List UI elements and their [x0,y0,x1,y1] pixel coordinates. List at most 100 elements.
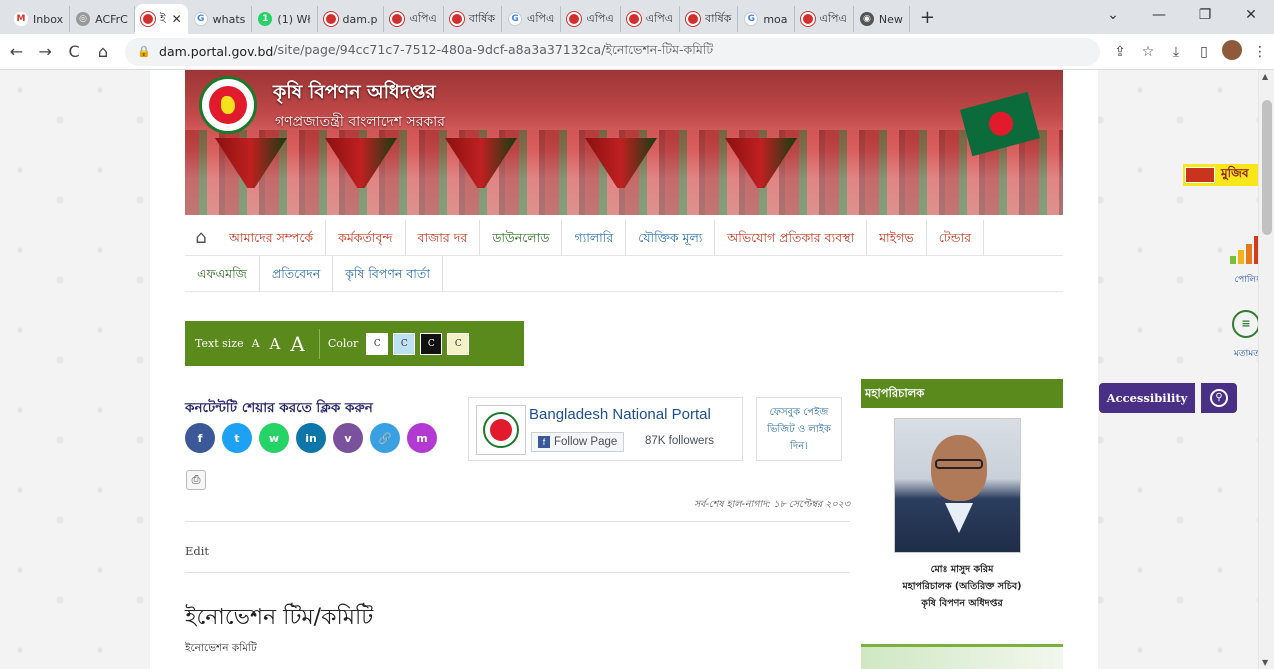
browser-tab[interactable]: ◉ New [854,6,910,32]
browser-tab-label: moa [763,12,788,26]
edit-link[interactable]: Edit [185,544,209,558]
browser-tab[interactable]: এপিএ [621,6,681,32]
menu-item[interactable]: মাইগভ [867,219,927,256]
text-size-medium-button[interactable]: A [270,335,281,353]
page-subtitle: ইনোভেশন কমিটি [185,642,257,654]
color-label: Color [327,337,359,350]
google-icon: G [744,12,759,26]
home-icon[interactable]: ⌂ [185,227,217,248]
browser-tab[interactable]: dam.p [318,6,385,32]
menu-item[interactable]: প্রতিবেদন [260,255,334,292]
polling-widget[interactable]: পোলিং [1200,236,1260,287]
text-size-label: Text size [195,337,244,350]
browser-tab[interactable]: বার্ষিক [680,6,739,32]
page-scrollbar[interactable]: ▲ ▼ [1258,70,1274,669]
browser-tab[interactable]: এপিএ [384,6,444,32]
menu-item[interactable]: আমাদের সম্পর্কে [217,219,327,256]
director-general-office: কৃষি বিপণন অধিদপ্তর [921,598,1003,609]
home-icon[interactable]: ⌂ [90,42,115,61]
restore-icon[interactable]: ❐ [1182,7,1228,23]
follow-page-button[interactable]: f Follow Page [531,432,625,452]
browser-tab[interactable]: 1 (1) Wł [252,6,318,32]
share-page-icon[interactable]: ⇪ [1106,44,1134,60]
browser-tab-label: Inbox [33,12,64,26]
whatsapp-share-icon[interactable]: w [259,423,289,453]
forward-icon[interactable]: → [33,42,58,61]
opinion-widget[interactable]: ≡ মতামত [1200,310,1260,361]
close-tab-icon[interactable]: ✕ [172,12,182,26]
browser-tab[interactable]: ◎ ACFrC [70,6,135,32]
address-bar[interactable]: 🔒 dam.portal.gov.bd /site/page/94cc71c7-… [125,37,1100,66]
minimize-icon[interactable]: — [1136,7,1182,23]
browser-tab-label: New [878,12,903,26]
color-scheme-button[interactable]: C [447,332,470,355]
sidebar-banner[interactable] [861,644,1063,669]
main-menu-row: এফএমজি প্রতিবেদন কৃষি বিপণন বার্তা [185,255,1063,292]
mujib-logo-icon [1185,167,1215,183]
menu-kebab-icon[interactable]: ⋮ [1246,44,1274,60]
browser-tab[interactable]: বার্ষিক [444,6,503,32]
accessibility-icon-button[interactable]: ⚲ [1201,383,1237,413]
menu-item[interactable]: অভিযোগ প্রতিকার ব্যবস্থা [715,219,868,256]
linkedin-share-icon[interactable]: in [296,423,326,453]
link-share-icon[interactable]: 🔗 [370,423,400,453]
print-icon[interactable]: ⎙ [186,470,206,490]
browser-tab[interactable]: এপিএ [795,6,854,32]
color-scheme-button[interactable]: C [420,332,443,355]
main-menu: ⌂ আমাদের সম্পর্কে কর্মকর্তাবৃন্দ বাজার দর ড… [185,219,1063,292]
menu-item[interactable]: বাজার দর [406,219,481,256]
twitter-share-icon[interactable]: t [222,423,252,453]
menu-item[interactable]: যৌক্তিক মূল্য [626,219,716,256]
color-scheme-button[interactable]: C [393,332,416,355]
download-icon[interactable]: ⤓ [1162,44,1190,60]
site-title[interactable]: কৃষি বিপণন অধিদপ্তর [273,78,436,110]
chat-icon: ≡ [1232,310,1260,338]
facebook-share-icon[interactable]: f [185,423,215,453]
browser-tab[interactable]: Gwhats [188,6,253,32]
browser-tab-label: এপিএ [819,11,847,25]
browser-tab[interactable]: G এপিএ [502,6,562,32]
government-seal-logo[interactable] [199,76,257,134]
messenger-share-icon[interactable]: m [407,423,437,453]
browser-tab[interactable]: ই ✕ [134,4,188,34]
menu-item[interactable]: কৃষি বিপণন বার্তা [333,255,443,292]
menu-item[interactable]: ডাউনলোড [480,219,563,256]
scroll-down-icon[interactable]: ▼ [1262,658,1268,667]
browser-tab[interactable]: এপিএ [561,6,621,32]
tab-search-icon[interactable]: ⌄ [1090,7,1136,23]
menu-item[interactable]: গ্যালারি [562,219,627,256]
accessibility-button[interactable]: Accessibility [1099,383,1195,413]
browser-tab[interactable]: M Inbox [8,6,71,32]
viber-share-icon[interactable]: v [333,423,363,453]
reload-icon[interactable]: C [62,42,87,61]
back-icon[interactable]: ← [4,42,29,61]
lock-icon[interactable]: 🔒 [137,45,151,58]
scroll-up-icon[interactable]: ▲ [1262,72,1268,81]
menu-item[interactable]: টেন্ডার [927,219,985,256]
text-size-small-button[interactable]: A [252,337,260,350]
facebook-page-widget[interactable]: Bangladesh National Portal f Follow Page… [468,397,743,461]
follow-page-label: Follow Page [554,436,618,448]
dam-icon [567,12,582,26]
bookmark-star-icon[interactable]: ☆ [1134,44,1162,60]
text-size-large-button[interactable]: A [290,332,304,356]
browser-tab-label: এপিএ [409,11,437,25]
followers-count: 87K followers [645,435,715,447]
menu-item[interactable]: এফএমজি [185,255,260,292]
profile-avatar[interactable] [1218,39,1246,64]
dam-icon [323,12,338,26]
facebook-page-name[interactable]: Bangladesh National Portal [529,406,711,423]
dam-icon [390,12,405,26]
side-panel-icon[interactable]: ▯ [1190,44,1218,60]
browser-tab-label: বার্ষিক [468,11,496,25]
facebook-visit-link[interactable]: ফেসবুক পেইজ ভিজিট ও লাইক দিন। [756,397,842,461]
scroll-thumb[interactable] [1262,100,1272,235]
color-scheme-button[interactable]: C [366,332,389,355]
browser-tab-strip: M Inbox ◎ ACFrC ই ✕ Gwhats 1 (1) Wł dam.p এপিএ বার্… [0,0,1274,34]
browser-tab[interactable]: Gmoa [738,6,795,32]
new-tab-icon[interactable]: + [920,7,935,28]
window-controls: ⌄ — ❐ ✕ [1090,0,1274,30]
close-window-icon[interactable]: ✕ [1228,7,1274,23]
opinion-label: মতামত [1233,349,1260,359]
menu-item[interactable]: কর্মকর্তাবৃন্দ [326,219,406,256]
